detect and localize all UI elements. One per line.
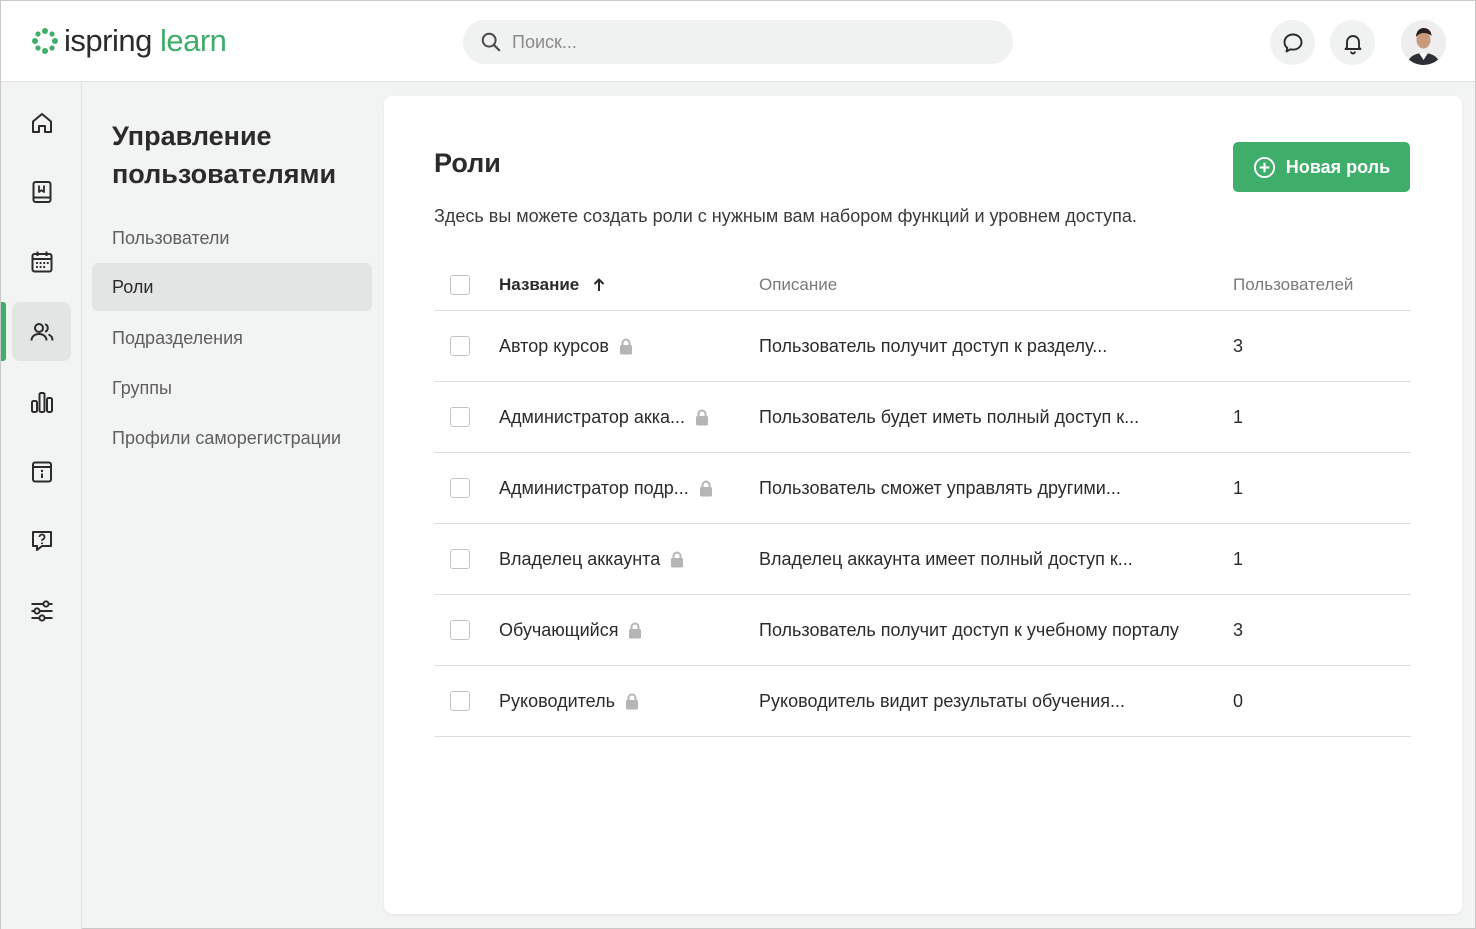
logo-text-learn: learn: [159, 23, 227, 58]
role-name[interactable]: Владелец аккаунта: [499, 549, 660, 570]
search-icon: [481, 32, 501, 52]
main-panel: Роли Здесь вы можете создать роли с нужн…: [384, 96, 1462, 914]
row-name-cell: Обучающийся: [499, 620, 642, 641]
subnav-item-users[interactable]: Пользователи: [92, 226, 372, 251]
row-name-cell: Руководитель: [499, 691, 639, 712]
chat-button[interactable]: [1270, 20, 1315, 65]
role-user-count: 1: [1233, 406, 1244, 427]
subnav-item-roles[interactable]: Роли: [92, 263, 372, 311]
subnav-item-self-registration[interactable]: Профили саморегистрации: [92, 426, 352, 451]
roles-table: Название Описание Пользователей Автор ку…: [434, 259, 1411, 737]
table-row[interactable]: Обучающийся Пользователь получит доступ …: [434, 595, 1411, 666]
help-chat-icon: [31, 530, 52, 551]
column-header-name-label: Название: [499, 274, 580, 294]
rail-help[interactable]: [12, 511, 71, 570]
role-name[interactable]: Руководитель: [499, 691, 615, 712]
sort-arrow-up-icon[interactable]: [591, 277, 607, 293]
settings-sliders-icon: [31, 599, 52, 622]
home-icon: [31, 112, 52, 133]
left-rail: [1, 83, 82, 929]
rail-active-indicator: [1, 302, 6, 361]
user-avatar[interactable]: [1401, 20, 1446, 65]
rail-settings[interactable]: [12, 581, 71, 640]
avatar-photo-icon: [1401, 20, 1446, 65]
role-description: Пользователь сможет управлять другими...: [759, 477, 1121, 498]
role-name[interactable]: Администратор акка...: [499, 407, 685, 428]
chat-bubble-icon: [1283, 33, 1302, 52]
column-header-description[interactable]: Описание: [759, 275, 837, 295]
lock-icon: [625, 693, 638, 709]
chart-icon: [30, 391, 53, 413]
role-user-count: 3: [1233, 335, 1244, 356]
logo-text: ispring learn: [64, 23, 227, 59]
column-header-users[interactable]: Пользователей: [1233, 275, 1353, 295]
role-user-count: 3: [1233, 619, 1244, 640]
calendar-icon: [31, 251, 52, 272]
row-checkbox[interactable]: [450, 549, 470, 569]
ispring-logo-icon: [32, 28, 58, 54]
table-row[interactable]: Руководитель Руководитель видит результа…: [434, 666, 1411, 737]
row-checkbox[interactable]: [450, 336, 470, 356]
role-description: Владелец аккаунта имеет полный доступ к.…: [759, 548, 1133, 569]
subnav-panel: Управление пользователями Пользователи Р…: [83, 83, 383, 929]
row-name-cell: Владелец аккаунта: [499, 549, 684, 570]
rail-reports[interactable]: [12, 372, 71, 431]
search-bar[interactable]: [463, 20, 1013, 64]
role-name[interactable]: Автор курсов: [499, 336, 609, 357]
rail-info[interactable]: [12, 442, 71, 501]
role-description: Пользователь будет иметь полный доступ к…: [759, 406, 1140, 427]
subnav-title: Управление пользователями: [112, 121, 337, 189]
role-user-count: 1: [1233, 548, 1244, 569]
rail-users[interactable]: [12, 302, 71, 361]
subnav-item-groups[interactable]: Группы: [92, 376, 372, 401]
select-all-checkbox[interactable]: [450, 274, 470, 295]
row-checkbox[interactable]: [450, 478, 470, 498]
role-user-count: 1: [1233, 477, 1244, 498]
rail-home[interactable]: [12, 93, 71, 152]
page-description: Здесь вы можете создать роли с нужным ва…: [434, 206, 1137, 226]
role-description: Пользователь получит доступ к учебному п…: [759, 619, 1179, 640]
info-card-icon: [31, 461, 52, 482]
role-description: Руководитель видит результаты обучения..…: [759, 690, 1126, 711]
table-row[interactable]: Владелец аккаунта Владелец аккаунта имее…: [434, 524, 1411, 595]
table-row[interactable]: Автор курсов Пользователь получит доступ…: [434, 311, 1411, 382]
lock-icon: [671, 551, 684, 567]
logo[interactable]: ispring learn: [31, 23, 227, 59]
new-role-button-label: Новая роль: [1285, 156, 1391, 177]
page-title: Роли: [434, 148, 501, 178]
users-icon: [30, 322, 53, 341]
subnav-item-departments[interactable]: Подразделения: [92, 326, 372, 351]
top-header: ispring learn: [1, 1, 1475, 82]
role-name[interactable]: Обучающийся: [499, 620, 618, 641]
table-header: Название Описание Пользователей: [434, 259, 1411, 311]
notifications-button[interactable]: [1330, 20, 1375, 65]
lock-icon: [619, 338, 632, 354]
column-header-name[interactable]: Название: [499, 275, 607, 295]
book-icon: [32, 180, 51, 203]
row-name-cell: Администратор акка...: [499, 407, 709, 428]
rail-calendar[interactable]: [12, 232, 71, 291]
lock-icon: [696, 409, 709, 425]
plus-circle-icon: [1253, 156, 1275, 178]
rail-library[interactable]: [12, 162, 71, 221]
row-checkbox[interactable]: [450, 407, 470, 427]
row-name-cell: Администратор подр...: [499, 478, 713, 499]
row-checkbox[interactable]: [450, 620, 470, 640]
lock-icon: [629, 622, 642, 638]
role-name[interactable]: Администратор подр...: [499, 478, 689, 499]
row-name-cell: Автор курсов: [499, 336, 633, 357]
role-user-count: 0: [1233, 690, 1244, 711]
new-role-button[interactable]: Новая роль: [1233, 142, 1410, 192]
role-description: Пользователь получит доступ к разделу...: [759, 335, 1108, 356]
search-input[interactable]: [512, 31, 972, 53]
table-row[interactable]: Администратор подр... Пользователь сможе…: [434, 453, 1411, 524]
lock-icon: [699, 480, 712, 496]
table-row[interactable]: Администратор акка... Пользователь будет…: [434, 382, 1411, 453]
logo-text-ispring: ispring: [64, 23, 152, 58]
bell-icon: [1344, 34, 1361, 54]
row-checkbox[interactable]: [450, 691, 470, 711]
